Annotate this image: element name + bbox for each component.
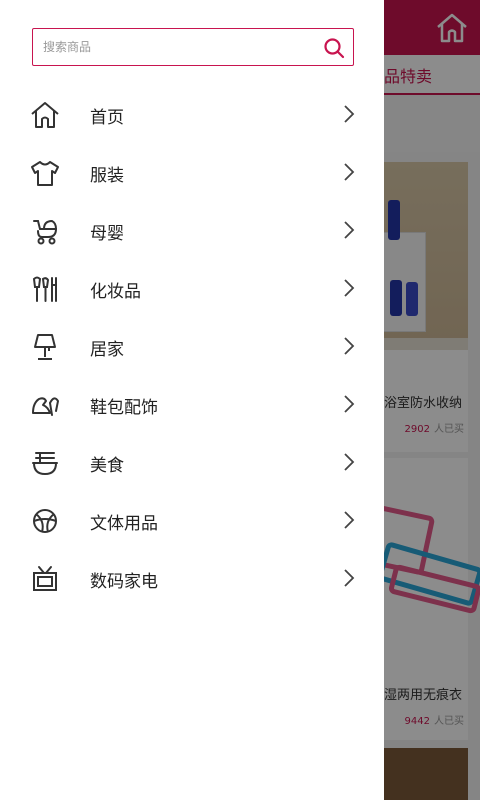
menu-item-label: 文体用品	[90, 514, 158, 534]
search-box	[32, 28, 354, 66]
menu-item-label: 服装	[90, 166, 124, 186]
chevron-right-icon	[344, 279, 355, 297]
shoe-icon	[32, 397, 59, 416]
home-icon	[31, 102, 59, 128]
chevron-right-icon	[344, 569, 355, 587]
noodle-bowl-icon	[32, 452, 58, 476]
chevron-right-icon	[344, 163, 355, 181]
side-drawer: 首页 服装 母婴	[0, 0, 384, 800]
menu-item-clothing[interactable]: 服装	[0, 144, 384, 202]
search-icon[interactable]	[323, 37, 345, 59]
makeup-brushes-icon	[32, 276, 57, 302]
chevron-right-icon	[344, 395, 355, 413]
menu-item-label: 美食	[90, 456, 124, 476]
menu-item-label: 化妆品	[90, 282, 141, 302]
chevron-right-icon	[344, 453, 355, 471]
search-input[interactable]	[43, 29, 313, 65]
chevron-right-icon	[344, 221, 355, 239]
chevron-right-icon	[344, 511, 355, 529]
menu-item-sports-stationery[interactable]: 文体用品	[0, 492, 384, 550]
chevron-right-icon	[344, 105, 355, 123]
menu-item-home-living[interactable]: 居家	[0, 318, 384, 376]
menu-item-cosmetics[interactable]: 化妆品	[0, 260, 384, 318]
menu-item-label: 母婴	[90, 224, 124, 244]
category-menu: 首页 服装 母婴 化妆品 居家 鞋包配饰 美食 文体用品 数码家电	[0, 86, 384, 608]
ball-icon	[33, 509, 57, 533]
menu-item-home[interactable]: 首页	[0, 86, 384, 144]
menu-item-baby[interactable]: 母婴	[0, 202, 384, 260]
tshirt-icon	[31, 161, 59, 186]
menu-item-shoes-bags[interactable]: 鞋包配饰	[0, 376, 384, 434]
menu-item-label: 数码家电	[90, 572, 158, 592]
menu-item-label: 首页	[90, 108, 124, 128]
menu-item-food[interactable]: 美食	[0, 434, 384, 492]
menu-item-label: 居家	[90, 340, 124, 360]
tv-icon	[33, 566, 57, 591]
lamp-icon	[34, 334, 56, 360]
stroller-icon	[33, 219, 58, 245]
chevron-right-icon	[344, 337, 355, 355]
menu-item-label: 鞋包配饰	[90, 398, 158, 418]
menu-item-electronics[interactable]: 数码家电	[0, 550, 384, 608]
